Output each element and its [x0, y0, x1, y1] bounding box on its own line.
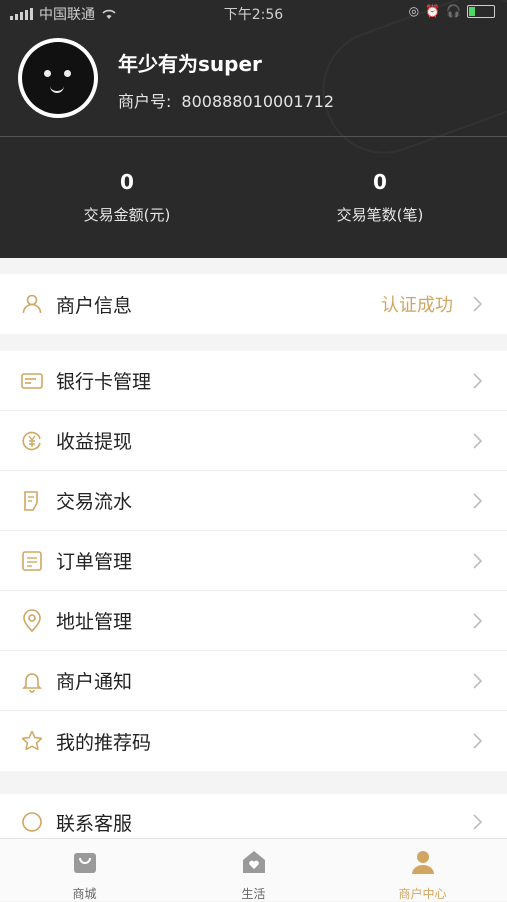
headphones-icon: 🎧 [446, 4, 461, 18]
tab-label: 商户中心 [398, 887, 447, 901]
profile-header: 中国联通 下午2:56 ◎ ⏰ 🎧 年少有为super 商户号: 80088801… [0, 0, 507, 258]
merchant-number-label: 商户号: [118, 92, 172, 111]
shop-bag-icon [73, 853, 96, 873]
menu-item-label: 商户信息 [56, 294, 133, 317]
tab-merchant-center[interactable]: 商户中心 [338, 839, 507, 901]
tab-bar: 商城 生活 商户中心 [0, 838, 507, 901]
menu-item-label: 交易流水 [56, 491, 133, 513]
home-heart-icon [242, 851, 265, 873]
tab-shop[interactable]: 商城 [0, 839, 169, 901]
username: 年少有为super [118, 52, 262, 76]
menu-item-label: 银行卡管理 [56, 371, 152, 393]
location-pin-icon [23, 609, 41, 633]
avatar-eye-left [44, 70, 51, 77]
chevron-right-icon [473, 673, 483, 689]
menu-item-customer-service[interactable]: 联系客服 [0, 794, 507, 838]
avatar-image [22, 42, 94, 114]
avatar-eye-right [64, 70, 71, 77]
chevron-right-icon [473, 373, 483, 389]
stat-amount-label: 交易金额(元) [83, 206, 171, 224]
chevron-right-icon [473, 296, 483, 312]
bell-icon [22, 673, 42, 693]
chevron-right-icon [473, 493, 483, 509]
header-divider [0, 136, 507, 137]
tab-life[interactable]: 生活 [169, 839, 338, 901]
menu-item-label: 商户通知 [56, 671, 133, 693]
status-right: ◎ ⏰ 🎧 [409, 4, 495, 18]
stat-amount-value: 0 [120, 170, 134, 194]
tab-label: 商城 [72, 887, 97, 901]
menu-item-withdraw[interactable]: 收益提现 [0, 411, 507, 471]
stat-count-value: 0 [373, 170, 387, 194]
menu-item-referral-code[interactable]: 我的推荐码 [0, 711, 507, 771]
menu-item-merchant-info[interactable]: 商户信息 认证成功 [0, 274, 507, 334]
headset-icon [22, 812, 42, 832]
menu-item-address[interactable]: 地址管理 [0, 591, 507, 651]
chevron-right-icon [473, 814, 483, 830]
chevron-right-icon [473, 433, 483, 449]
profile-icon [411, 851, 434, 874]
chevron-right-icon [473, 613, 483, 629]
avatar[interactable] [18, 38, 98, 118]
merchant-info-group: 商户信息 认证成功 [0, 274, 507, 334]
menu-item-label: 联系客服 [56, 812, 133, 835]
status-bar: 中国联通 下午2:56 ◎ ⏰ 🎧 [0, 0, 507, 26]
stat-count: 0 交易笔数(笔) [253, 170, 507, 225]
menu-item-notifications[interactable]: 商户通知 [0, 651, 507, 711]
merchant-number-value: 800888010001712 [181, 92, 335, 111]
support-group: 联系客服 [0, 794, 507, 838]
menu-item-label: 地址管理 [56, 611, 133, 633]
menu-group: 银行卡管理 收益提现 交易流水 订单管理 地址管理 商户通知 我的推荐码 [0, 351, 507, 771]
avatar-mouth [50, 84, 64, 93]
menu-item-label: 收益提现 [56, 431, 133, 453]
menu-item-orders[interactable]: 订单管理 [0, 531, 507, 591]
star-icon [21, 730, 43, 751]
battery-icon [467, 4, 495, 18]
menu-item-label: 订单管理 [56, 551, 133, 573]
bank-card-icon [21, 373, 43, 389]
user-icon [22, 294, 42, 314]
menu-item-bank-card[interactable]: 银行卡管理 [0, 351, 507, 411]
alarm-icon: ⏰ [425, 4, 441, 18]
lock-rotation-icon: ◎ [408, 4, 420, 18]
merchant-number: 商户号: 800888010001712 [118, 88, 334, 112]
menu-item-label: 我的推荐码 [56, 731, 152, 754]
tab-label: 生活 [241, 887, 266, 901]
chevron-right-icon [473, 553, 483, 569]
stat-count-label: 交易笔数(笔) [336, 206, 424, 224]
verification-status: 认证成功 [381, 295, 453, 316]
order-list-icon [22, 551, 42, 571]
menu-item-transactions[interactable]: 交易流水 [0, 471, 507, 531]
receipt-icon [24, 491, 38, 511]
stat-amount: 0 交易金额(元) [0, 170, 254, 225]
chevron-right-icon [473, 733, 483, 749]
yuan-withdraw-icon [22, 431, 41, 451]
